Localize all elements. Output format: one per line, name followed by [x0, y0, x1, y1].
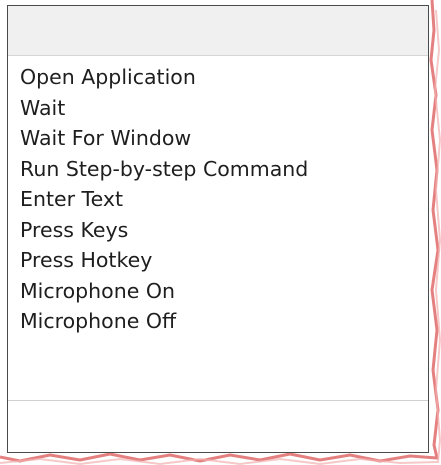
list-item-enter-text[interactable]: Enter Text: [8, 184, 428, 215]
list-item-microphone-on[interactable]: Microphone On: [8, 276, 428, 307]
list-footer: [8, 401, 428, 452]
list-item-wait-for-window[interactable]: Wait For Window: [8, 123, 428, 154]
list-item-open-application[interactable]: Open Application: [8, 62, 428, 93]
list-item-run-step-by-step-command[interactable]: Run Step-by-step Command: [8, 154, 428, 185]
list-item-wait[interactable]: Wait: [8, 93, 428, 124]
command-list: Open Application Wait Wait For Window Ru…: [8, 62, 428, 337]
list-item-press-keys[interactable]: Press Keys: [8, 215, 428, 246]
list-item-press-hotkey[interactable]: Press Hotkey: [8, 245, 428, 276]
list-item-microphone-off[interactable]: Microphone Off: [8, 306, 428, 337]
list-header: [8, 6, 428, 56]
command-list-panel: Open Application Wait Wait For Window Ru…: [7, 5, 429, 453]
